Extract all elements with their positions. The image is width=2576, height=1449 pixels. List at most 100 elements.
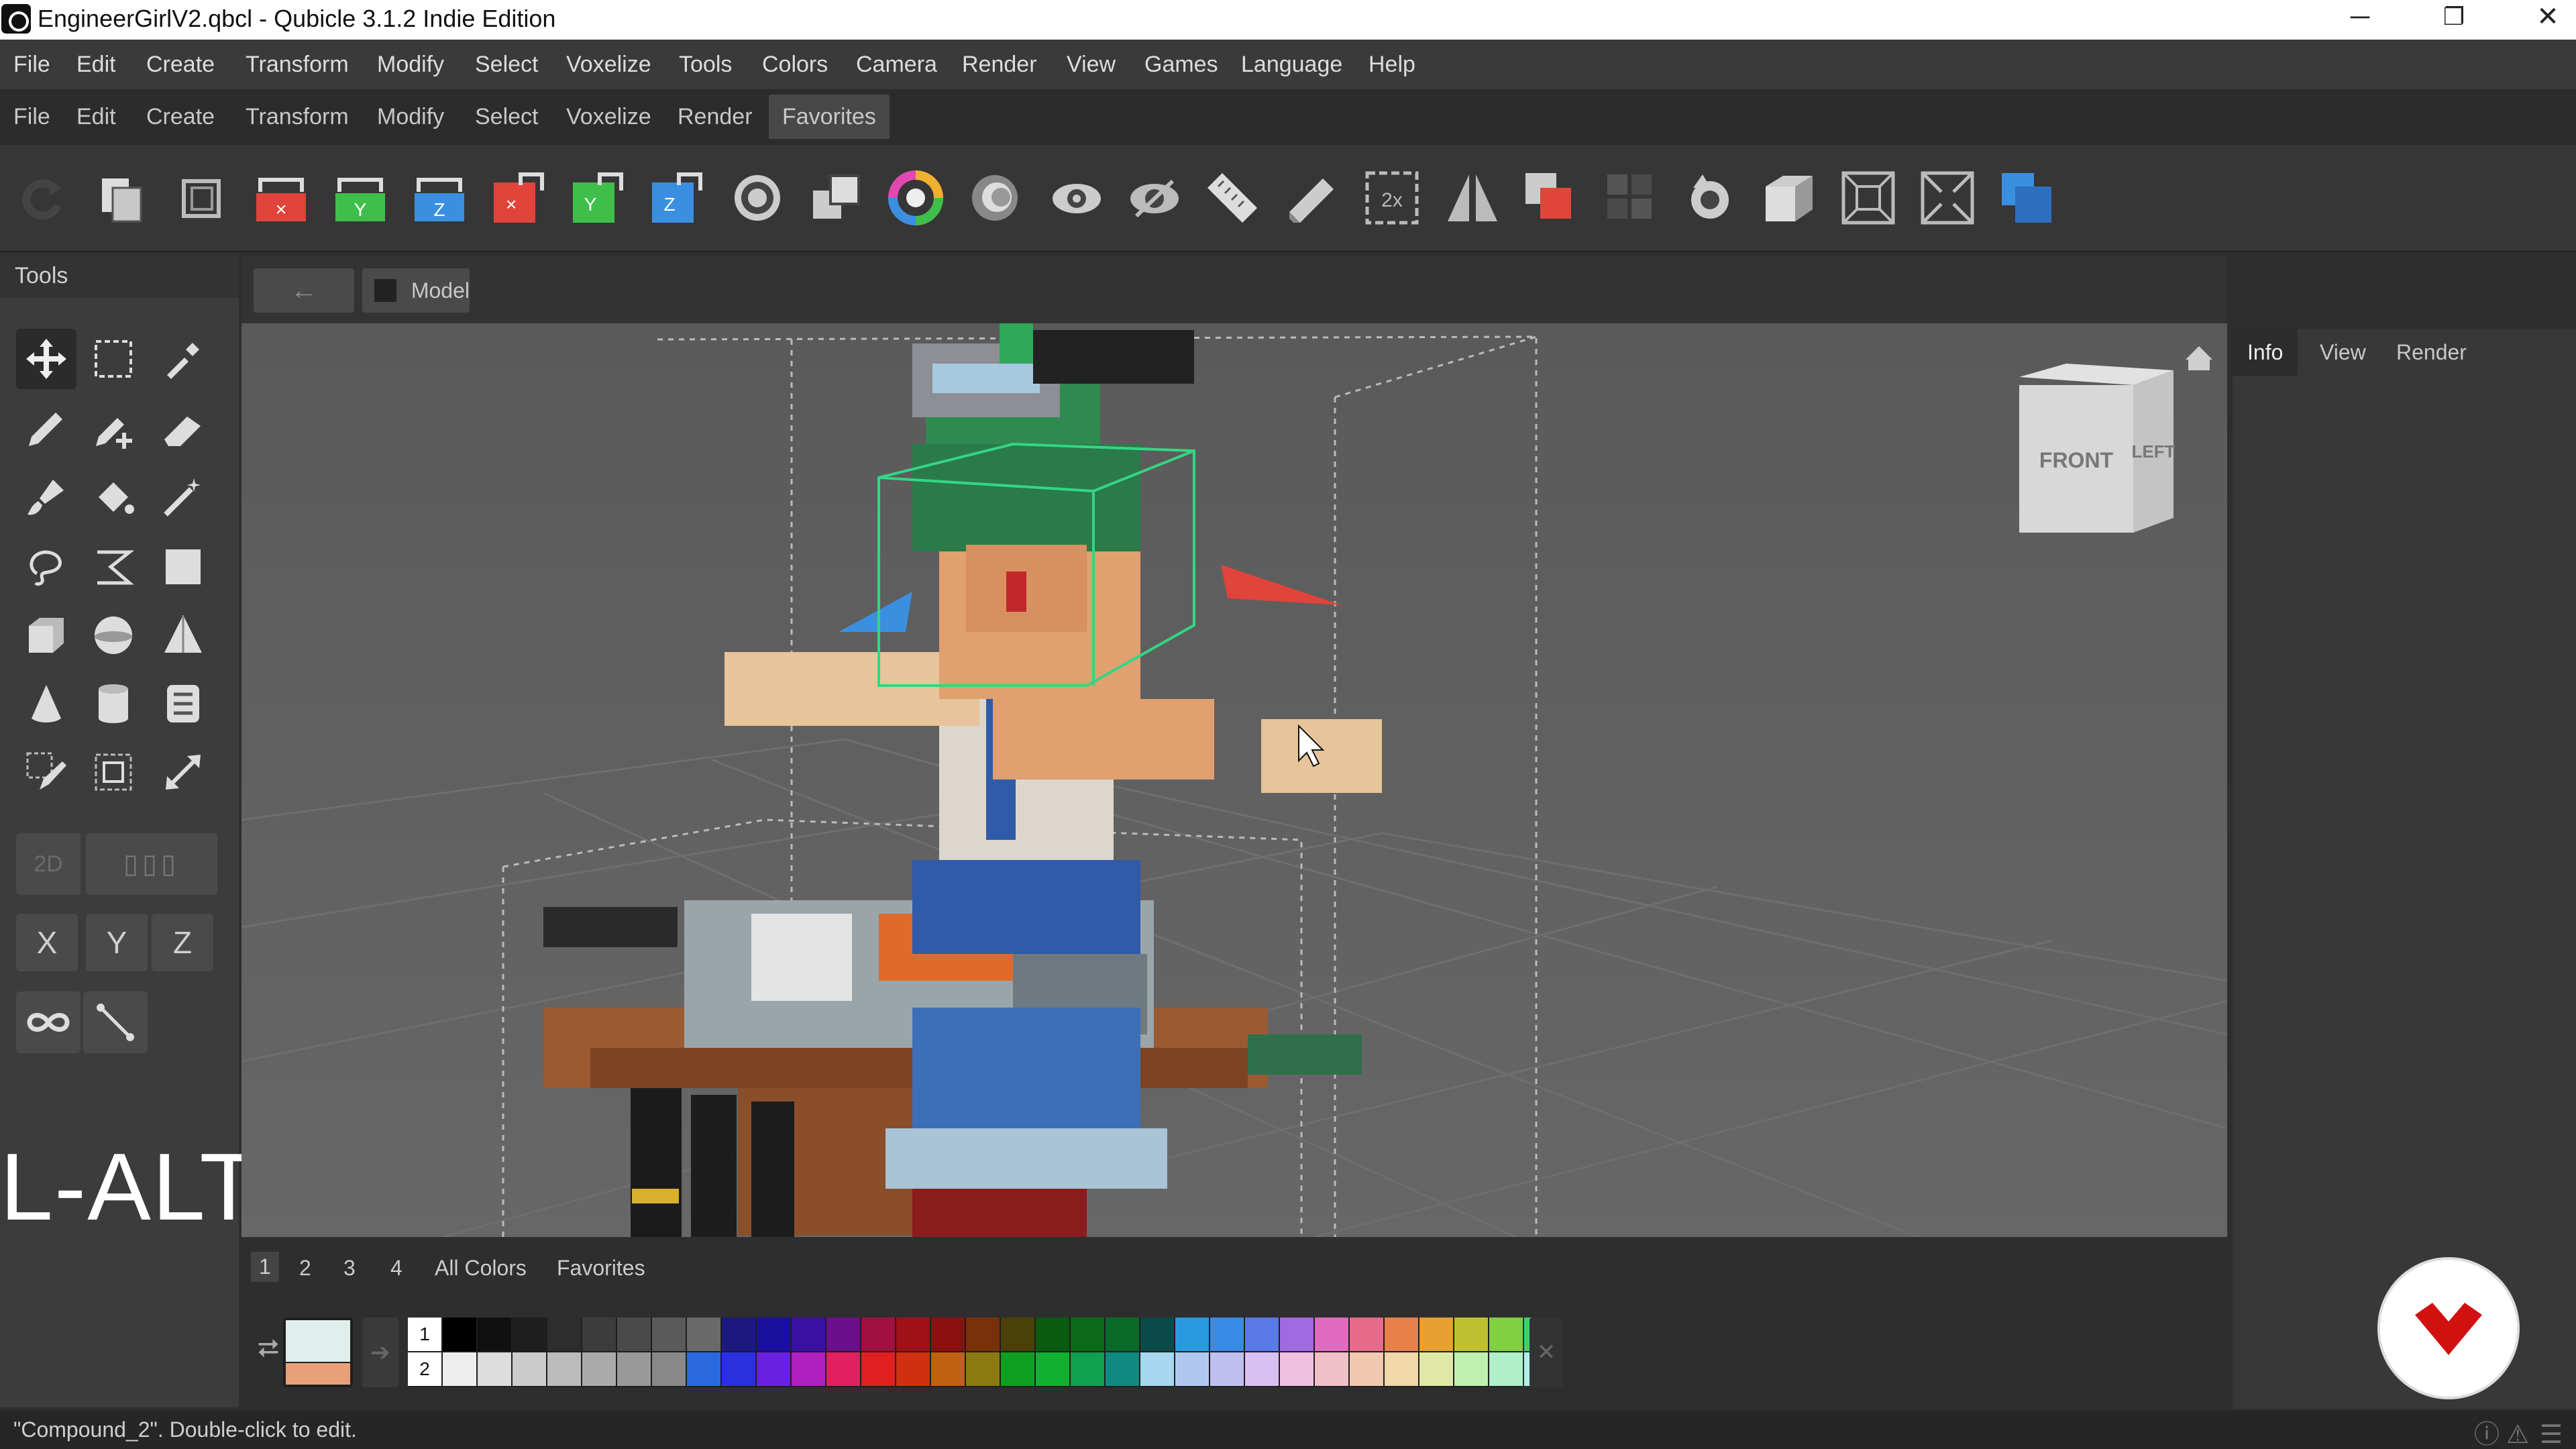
3d-mode-button[interactable]: ▯▯▯ [86,833,217,895]
axis-y-button[interactable]: Y [86,914,148,971]
pyramid-shape-icon[interactable] [153,605,213,665]
mirror-z-icon[interactable]: Z [409,168,470,228]
ribbon-tab-render[interactable]: Render [678,89,753,145]
scale-arrow-icon[interactable] [153,742,213,802]
box-shape-icon[interactable] [16,605,76,665]
info-icon[interactable]: ⓘ [2474,1415,2500,1449]
rectangle-icon[interactable] [153,537,213,597]
active-color-swatch[interactable] [283,1318,353,1387]
show-all-icon[interactable] [1046,168,1107,228]
palette-tab-favorites[interactable]: Favorites [557,1256,645,1281]
layer-color-icon[interactable] [1996,168,2057,228]
ribbon-tab-create[interactable]: Create [146,89,215,145]
minimize-button[interactable]: ─ [2313,0,2407,40]
ribbon-tab-voxelize[interactable]: Voxelize [566,89,651,145]
ribbon-tab-edit[interactable]: Edit [76,89,116,145]
3d-viewport[interactable]: FRONT LEFT [241,323,2227,1237]
menu-help[interactable]: Help [1368,40,1415,89]
palette-tab-3[interactable]: 3 [343,1256,356,1281]
subtract-icon[interactable] [1520,168,1580,228]
mirror-y-icon[interactable]: Y [330,168,390,228]
fill-bucket-icon[interactable] [83,467,144,527]
breadcrumb[interactable]: Model [362,268,470,313]
line-icon[interactable] [83,991,148,1053]
scale-2x-icon[interactable]: 2x [1362,168,1422,228]
ribbon-tab-modify[interactable]: Modify [377,89,444,145]
rotate-z-icon[interactable]: Z [647,168,707,228]
tab-view[interactable]: View [2305,329,2381,376]
grid-faded-icon[interactable] [1601,168,1661,228]
menu-tools[interactable]: Tools [679,40,732,89]
eyedropper-icon[interactable] [153,329,213,389]
center-pivot-icon[interactable] [727,168,788,228]
cylinder-shape-icon[interactable] [83,674,144,734]
menu-camera[interactable]: Camera [856,40,937,89]
axis-z-button[interactable]: Z [152,914,213,971]
tab-render[interactable]: Render [2381,329,2481,376]
rotate-x-icon[interactable]: × [488,168,549,228]
pencil-add-icon[interactable] [83,398,144,459]
color-wheel-icon[interactable] [885,168,946,228]
menu-render[interactable]: Render [962,40,1037,89]
menu-edit[interactable]: Edit [76,40,116,89]
edge-ruler-icon[interactable] [1283,168,1343,228]
gradient-icon[interactable] [965,168,1025,228]
ribbon-tab-transform[interactable]: Transform [246,89,349,145]
ribbon-tab-file[interactable]: File [13,89,50,145]
warning-icon[interactable]: ⚠ [2506,1415,2529,1449]
hide-icon[interactable] [1124,168,1185,228]
2d-mode-button[interactable]: 2D [16,833,80,895]
menu-file[interactable]: File [13,40,50,89]
cone-shape-icon[interactable] [16,674,76,734]
menu-games[interactable]: Games [1144,40,1218,89]
log-icon[interactable]: ☰ [2540,1415,2563,1449]
rotate-camera-icon[interactable] [1680,168,1740,228]
back-button[interactable]: ← [254,268,354,313]
menu-transform[interactable]: Transform [246,40,349,89]
palette-tab-1[interactable]: 1 [251,1252,279,1282]
flip-icon[interactable] [1442,168,1503,228]
restore-button[interactable]: ❐ [2407,0,2501,40]
ribbon-tab-select[interactable]: Select [475,89,539,145]
magic-wand-icon[interactable] [153,467,213,527]
marquee-select-icon[interactable] [83,329,144,389]
swap-colors-icon[interactable]: ⮂ [256,1324,280,1373]
select-brush-icon[interactable] [16,742,76,802]
pencil-icon[interactable] [16,398,76,459]
palette-tab-2[interactable]: 2 [299,1256,311,1281]
menu-create[interactable]: Create [146,40,215,89]
tab-info[interactable]: Info [2233,329,2298,376]
mirror-x-icon[interactable]: × [251,168,311,228]
polygon-select-icon[interactable] [83,537,144,597]
menu-modify[interactable]: Modify [377,40,444,89]
fit-selection-icon[interactable] [1838,168,1898,228]
ruler-icon[interactable] [1202,168,1263,228]
infinity-icon[interactable] [16,991,80,1053]
text-shape-icon[interactable] [153,674,213,734]
palette-swatches[interactable]: 1 2 [408,1318,1558,1387]
remove-color-icon[interactable]: ✕ [1529,1318,1563,1387]
record-button[interactable] [2380,1260,2517,1397]
palette-tab-4[interactable]: 4 [390,1256,402,1281]
merge-icon[interactable] [806,168,867,228]
eraser-icon[interactable] [153,398,213,459]
menu-voxelize[interactable]: Voxelize [566,40,651,89]
close-button[interactable]: ✕ [2501,0,2576,40]
palette-tab-all-colors[interactable]: All Colors [435,1256,527,1281]
sphere-shape-icon[interactable] [83,605,144,665]
expand-icon[interactable] [1917,168,1978,228]
copy-icon[interactable] [93,168,153,228]
menu-colors[interactable]: Colors [762,40,828,89]
move-tool-icon[interactable] [16,329,76,389]
ribbon-tab-favorites[interactable]: Favorites [769,95,890,139]
menu-select[interactable]: Select [475,40,539,89]
brush-icon[interactable] [16,467,76,527]
resize-box-icon[interactable] [83,742,144,802]
frame-icon[interactable] [172,168,232,228]
menu-view[interactable]: View [1067,40,1116,89]
menu-language[interactable]: Language [1241,40,1342,89]
add-color-arrow-icon[interactable]: ➔ [362,1318,398,1387]
axis-x-button[interactable]: X [16,914,78,971]
lasso-icon[interactable] [16,537,76,597]
redo-icon[interactable] [12,168,72,228]
